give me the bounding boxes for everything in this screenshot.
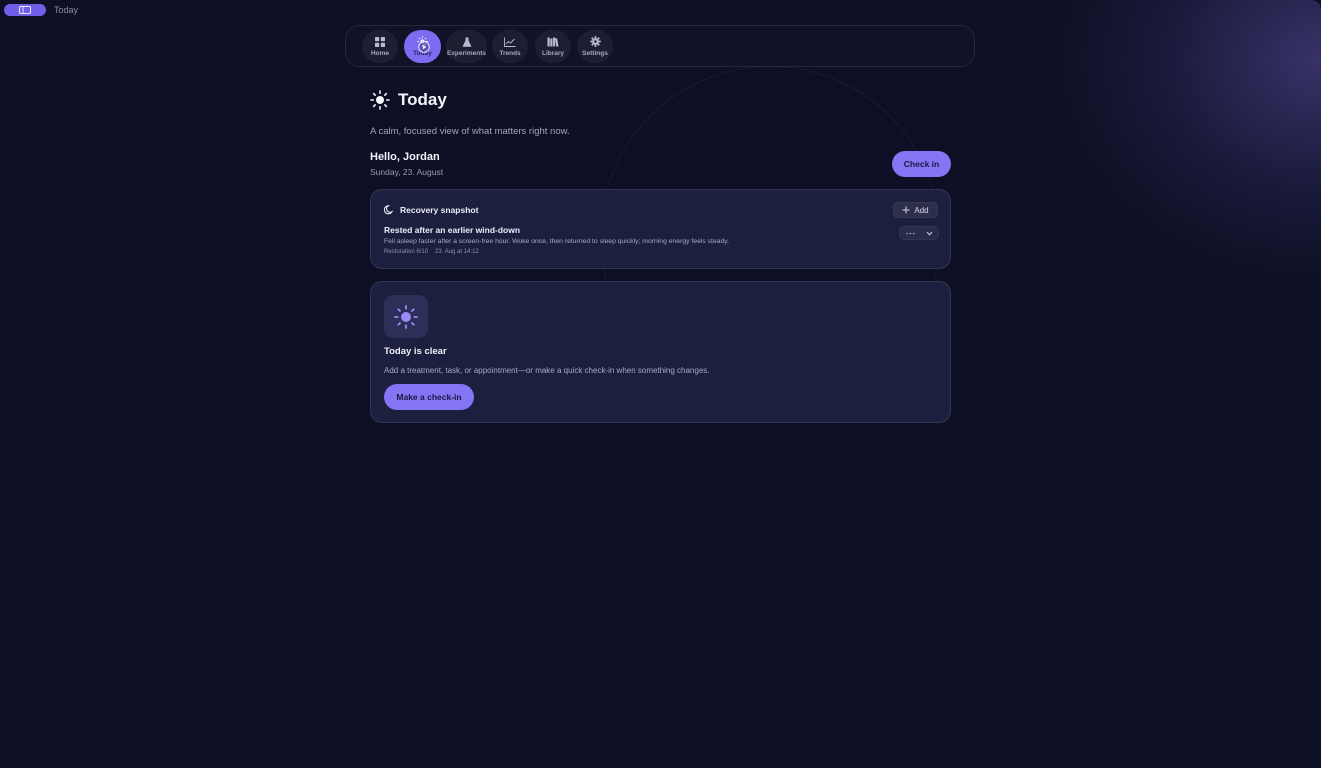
make-check-in-button[interactable]: Make a check-in bbox=[384, 384, 474, 410]
flask-icon bbox=[462, 37, 471, 47]
nav-item-home[interactable]: Home bbox=[362, 30, 398, 63]
add-label: Add bbox=[914, 205, 929, 215]
nav-label-library: Library bbox=[541, 49, 565, 57]
main-nav: Home Today Experiments Trends Library Se… bbox=[345, 25, 975, 67]
ellipsis-icon bbox=[905, 232, 915, 234]
check-in-button[interactable]: Check in bbox=[892, 151, 951, 177]
nav-label-trends: Trends bbox=[499, 49, 521, 57]
add-recovery-button[interactable]: Add bbox=[893, 202, 938, 218]
greeting: Hello, Jordan bbox=[370, 151, 440, 163]
title-bar: Today bbox=[0, 0, 1321, 22]
books-icon bbox=[547, 37, 559, 47]
plus-icon bbox=[902, 206, 910, 214]
moon-icon bbox=[384, 205, 394, 215]
more-options-button[interactable] bbox=[905, 232, 915, 235]
nav-label-home: Home bbox=[370, 49, 390, 57]
nav-item-library[interactable]: Library bbox=[535, 30, 571, 63]
nav-item-today[interactable]: Today bbox=[404, 30, 441, 63]
chevron-down-icon bbox=[926, 231, 932, 236]
empty-state-description: Add a treatment, task, or appointment—or… bbox=[384, 366, 710, 375]
page-subtitle: A calm, focused view of what matters rig… bbox=[370, 126, 570, 137]
play-cursor-icon bbox=[418, 41, 430, 53]
page-title: Today bbox=[398, 90, 447, 109]
grid-icon bbox=[375, 36, 385, 47]
gear-icon bbox=[589, 36, 601, 47]
nav-item-settings[interactable]: Settings bbox=[577, 30, 613, 63]
entry-score: Restoration 6/10 bbox=[384, 249, 429, 255]
entry-actions bbox=[899, 226, 939, 240]
nav-label-settings: Settings bbox=[582, 50, 608, 57]
empty-state-title: Today is clear bbox=[384, 346, 447, 357]
entry-title: Rested after an earlier wind-down bbox=[384, 225, 521, 235]
sun-icon bbox=[370, 90, 390, 110]
entry-description: Fell asleep faster after a screen-free h… bbox=[384, 238, 730, 245]
sidebar-icon bbox=[19, 6, 31, 14]
app-window: Today Home Today Experiments Trends Libr… bbox=[0, 0, 1321, 768]
chart-line-icon bbox=[504, 37, 516, 47]
sun-tile bbox=[384, 295, 428, 338]
entry-meta: Restoration 6/10 23. Aug at 14:12 bbox=[384, 249, 479, 255]
sun-icon bbox=[394, 304, 418, 329]
nav-item-trends[interactable]: Trends bbox=[492, 30, 528, 63]
page-header: Today bbox=[370, 90, 447, 110]
recovery-snapshot-card: Recovery snapshot Add Rested after an ea… bbox=[370, 189, 951, 269]
current-date: Sunday, 23. August bbox=[370, 167, 444, 177]
entry-timestamp: 23. Aug at 14:12 bbox=[435, 249, 479, 255]
recovery-header: Recovery snapshot bbox=[384, 205, 478, 215]
recovery-title: Recovery snapshot bbox=[400, 205, 479, 215]
expand-button[interactable] bbox=[926, 231, 933, 236]
nav-label-experiments: Experiments bbox=[446, 49, 487, 57]
nav-item-experiments[interactable]: Experiments bbox=[446, 30, 487, 63]
sidebar-toggle-button[interactable] bbox=[4, 4, 46, 16]
window-title: Today bbox=[54, 5, 79, 15]
empty-state-card: Today is clear Add a treatment, task, or… bbox=[370, 281, 951, 423]
